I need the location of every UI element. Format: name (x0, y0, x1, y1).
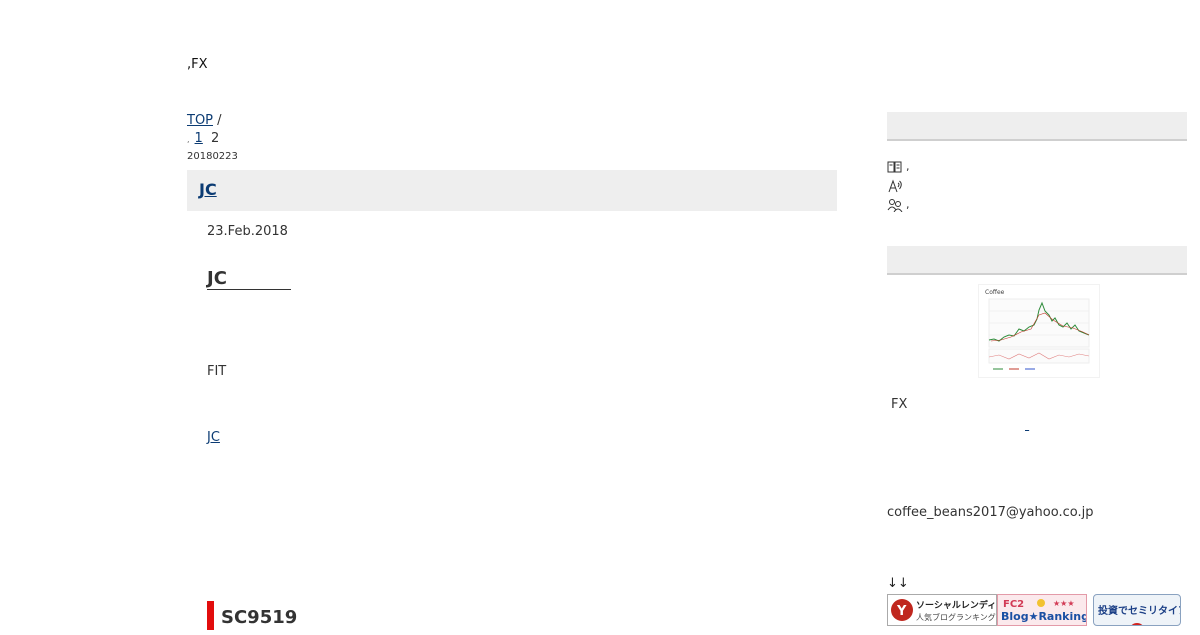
svg-text:Blog★Ranking: Blog★Ranking (1001, 610, 1086, 623)
breadcrumb-home-link[interactable]: TOP (187, 113, 213, 128)
down-arrows: ↓↓ (887, 576, 909, 591)
entry-heading: JC (207, 269, 291, 290)
fc2-blog-ranking-banner[interactable]: FC2 ★★★ Blog★Ranking (997, 594, 1087, 626)
sidebar-item-2[interactable] (887, 176, 930, 195)
svg-text:投資でセミリタイア生活: 投資でセミリタイア生活 (1098, 604, 1180, 617)
sidebar-list: , , (887, 157, 930, 214)
breadcrumb-separator: / (217, 113, 222, 128)
profile-link[interactable] (1025, 418, 1048, 433)
svg-text:FC2: FC2 (1003, 599, 1024, 610)
entry-header: JC (187, 170, 837, 211)
entry-date-compact: 20180223 (187, 151, 238, 162)
svg-text:★★★: ★★★ (1053, 599, 1075, 608)
entry-date: 23.Feb.2018 (207, 224, 288, 239)
social-lending-banner-image: Y ソーシャルレンディング 人気ブログランキング (891, 599, 996, 622)
blog-title: ,FX (187, 57, 208, 72)
sidebar-header-2 (887, 246, 1187, 275)
breadcrumb: TOP / (187, 113, 222, 128)
people-icon (887, 198, 903, 212)
semiretire-banner-image: 投資でセミリタイア生活 (1098, 604, 1180, 625)
social-lending-ranking-banner[interactable]: Y ソーシャルレンディング 人気ブログランキング (887, 594, 997, 626)
sidebar-item-3-text: , (906, 198, 910, 211)
coffee-chart-title: Coffee (985, 289, 1005, 296)
sidebar-item-1-text: , (906, 160, 910, 173)
pager: , 1 2 (187, 131, 219, 146)
pager-page-1-link[interactable]: 1 (195, 131, 203, 146)
entry-title-link[interactable]: JC (199, 180, 217, 199)
coffee-chart-image: Coffee (985, 289, 1090, 370)
book-icon (887, 161, 902, 172)
pager-sep: , (187, 135, 190, 144)
sidebar-item-3: , (887, 195, 930, 214)
signal-icon (888, 179, 902, 192)
svg-text:Y: Y (896, 604, 907, 619)
profile-text: FX (891, 397, 908, 412)
semiretire-ranking-banner[interactable]: 投資でセミリタイア生活 (1093, 594, 1181, 626)
svg-text:人気ブログランキング: 人気ブログランキング (916, 612, 996, 622)
svg-text:ソーシャルレンディング: ソーシャルレンディング (916, 599, 996, 611)
sidebar-item-1: , (887, 157, 930, 176)
section-title: SC9519 (207, 601, 297, 630)
contact-email: coffee_beans2017@yahoo.co.jp (887, 505, 1094, 520)
entry-body-link[interactable]: JC (207, 430, 289, 445)
fc2-banner-image: FC2 ★★★ Blog★Ranking (1001, 599, 1086, 623)
pager-page-2: 2 (210, 131, 220, 146)
sidebar-header-1 (887, 112, 1187, 141)
coffee-chart-thumbnail[interactable]: Coffee (978, 284, 1100, 378)
entry-text: FIT (207, 364, 227, 379)
entry-link: JC (207, 430, 289, 445)
